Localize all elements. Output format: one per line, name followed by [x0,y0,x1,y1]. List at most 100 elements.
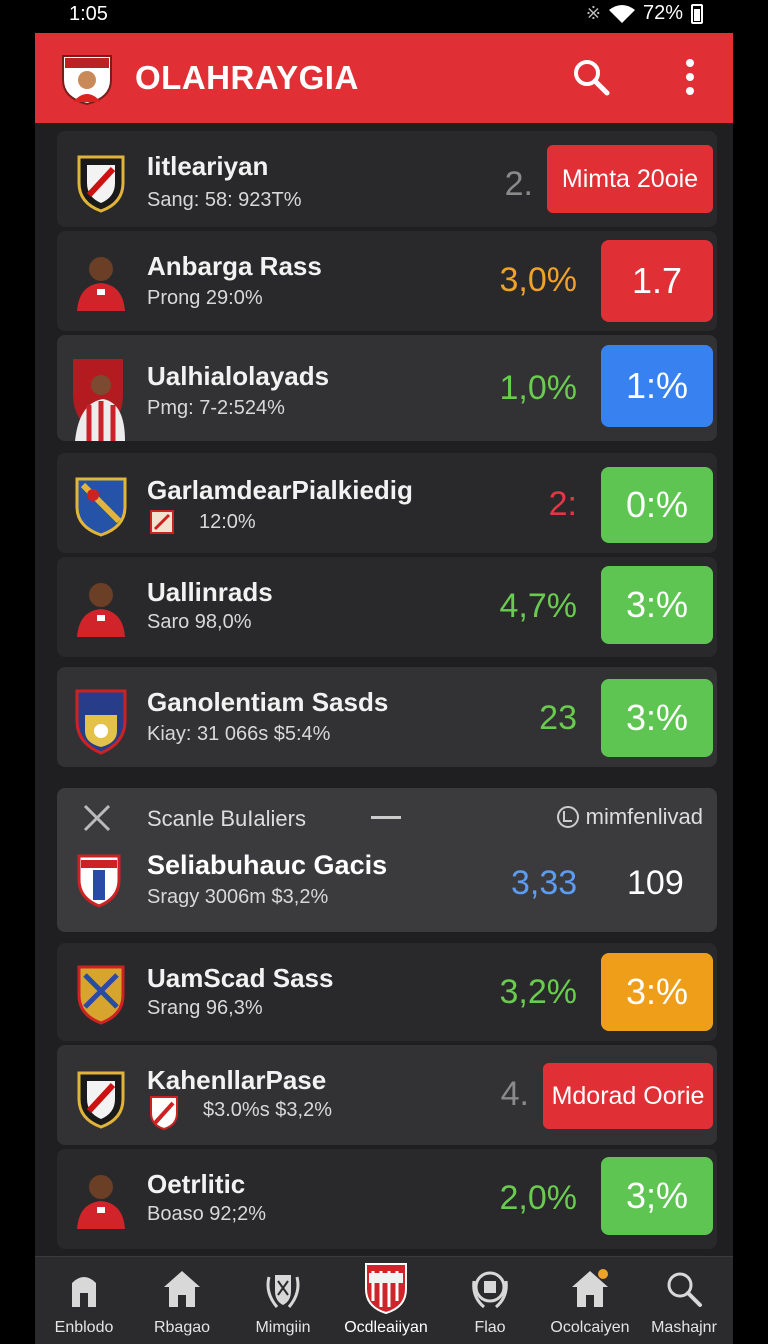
club-name: UamScad Sass [147,963,334,993]
section-label: Scanle BuIaliers [147,806,306,831]
verified-label: mimfenlivad [585,804,703,829]
list-item[interactable]: GarlamdearPialkiedig 12:0% 2: 0:% [57,453,717,553]
percent-value: 4,7% [499,587,578,625]
rank-value: 2. [504,165,533,203]
club-crest-icon[interactable] [59,50,115,106]
list-item[interactable]: Iitleariyan Sang: 58: 923T% 2. Mimta 20o… [57,131,717,227]
list-item[interactable]: Ganolentiam Sasds Kiay: 31 066s $5:4% 23… [57,667,717,767]
nav-label: Mashajnr [651,1319,717,1336]
bluetooth-icon: ※ [585,3,601,23]
verified-icon [556,806,579,828]
player-avatar-icon [77,583,125,637]
nav-label: Mimgiin [255,1319,311,1336]
player-crest-icon [73,359,125,441]
club-stats: Prong 29:0% [147,287,263,309]
small-crest-icon [150,1096,178,1131]
club-crest-icon [75,477,127,537]
score-badge[interactable]: 1:% [601,345,713,427]
building-icon [72,1277,96,1307]
home-notification-icon [572,1269,608,1307]
score-badge[interactable]: 3:% [601,566,713,644]
search-icon[interactable] [571,57,611,97]
percent-value: 1,0% [499,369,578,407]
club-stats: Sragy 3006m $3,2% [147,886,329,908]
club-name: KahenllarPase [147,1065,327,1095]
nav-item-ocdleaiiyan[interactable]: Ocdleaiiyan [341,1257,431,1344]
close-icon[interactable] [81,802,113,834]
battery-percent: 72% [642,2,683,24]
club-name: Anbarga Rass [147,251,322,281]
list-item[interactable]: KahenllarPase $3.0%s $3,2% 4. Mdorad Oor… [57,1045,717,1145]
bottom-navigation: Enblodo Rbagao Mimgiin Ocdleaiiyan Flao … [35,1256,733,1344]
percent-value: 3,33 [511,864,578,902]
verified-tag[interactable]: mimfenlivad [556,804,703,830]
percent-value: 23 [539,699,577,737]
list-item[interactable]: Ualhialolayads Pmg: 7-2:524% 1,0% 1:% [57,335,717,441]
nav-label: Rbagao [153,1319,211,1336]
search-icon [667,1272,702,1307]
list-item[interactable]: UamScad Sass Srang 96,3% 3,2% 3:% [57,943,717,1041]
points-value: 109 [627,864,684,902]
club-stats: 12:0% [199,511,256,533]
score-badge[interactable]: 3:% [601,953,713,1031]
club-crest-icon [77,1071,125,1129]
rank-value: 2: [548,485,577,523]
club-name: Ganolentiam Sasds [147,687,389,717]
club-stats: Sang: 58: 923T% [147,189,302,211]
status-time: 1:05 [69,3,108,25]
club-name: Uallinrads [147,577,273,607]
laurel-crest-icon [266,1275,300,1308]
app-title: OLAHRAYGIA [135,59,359,96]
score-badge[interactable]: 3:% [601,679,713,757]
status-icons: ※ 72% [586,2,703,25]
club-crest-icon [77,965,125,1025]
list-item[interactable]: Uallinrads Saro 98,0% 4,7% 3:% [57,557,717,657]
nav-item-flao[interactable]: Flao [445,1257,535,1344]
nav-item-enblodo[interactable]: Enblodo [39,1257,129,1344]
expanded-list-item[interactable]: Scanle BuIaliers mimfenlivad Seliabuhauc… [57,788,717,932]
club-name: GarlamdearPialkiedig [147,475,413,505]
nav-item-ocolcaiyen[interactable]: Ocolcaiyen [545,1257,635,1344]
club-stats: Pmg: 7-2:524% [147,397,285,419]
action-button[interactable]: Mdorad Oorie [543,1063,713,1129]
nav-item-mimgiin[interactable]: Mimgiin [238,1257,328,1344]
nav-item-rbagao[interactable]: Rbagao [137,1257,227,1344]
score-badge[interactable]: 3;% [601,1157,713,1235]
club-name: Ualhialolayads [147,361,330,391]
player-avatar-icon [77,257,125,311]
score-badge[interactable]: 1.7 [601,240,713,322]
list-item[interactable]: Anbarga Rass Prong 29:0% 3,0% 1.7 [57,231,717,331]
club-stats: Saro 98,0% [147,611,252,633]
nav-label: Enblodo [54,1319,114,1336]
club-stats: $3.0%s $3,2% [203,1099,332,1121]
player-avatar-icon [77,1175,125,1229]
club-stats: Srang 96,3% [147,997,263,1019]
nav-item-mashajnr[interactable]: Mashajnr [639,1257,729,1344]
percent-value: 3,2% [499,973,578,1011]
app-header: OLAHRAYGIA [35,33,733,123]
club-name: Seliabuhauc Gacis [147,850,388,880]
home-icon [164,1271,200,1307]
collapse-handle[interactable] [371,816,401,819]
laurel-badge-icon [472,1271,508,1309]
club-crest-icon [77,155,125,213]
club-name: Oetrlitic [147,1169,246,1199]
action-button[interactable]: Mimta 20oie [547,145,713,213]
nav-label: Flao [474,1319,506,1336]
rank-value: 4. [500,1075,529,1113]
percent-value: 3,0% [499,261,578,299]
club-name: Iitleariyan [147,151,269,181]
score-badge[interactable]: 0:% [601,467,713,543]
small-crest-icon [150,510,174,534]
nav-label: Ocdleaiiyan [344,1319,428,1336]
more-vertical-icon[interactable] [675,57,705,97]
status-bar: 1:05 ※ 72% [35,0,733,33]
wifi-icon [608,4,635,23]
club-stats: Boaso 92;2% [147,1203,266,1225]
battery-icon [691,3,703,24]
percent-value: 2,0% [499,1179,578,1217]
club-crest-icon [365,1263,407,1315]
club-crest-icon [77,854,121,908]
app-screen: 1:05 ※ 72% OLAHRAYGIA Iitleariyan Sang: … [35,0,733,1344]
list-item[interactable]: Oetrlitic Boaso 92;2% 2,0% 3;% [57,1149,717,1249]
